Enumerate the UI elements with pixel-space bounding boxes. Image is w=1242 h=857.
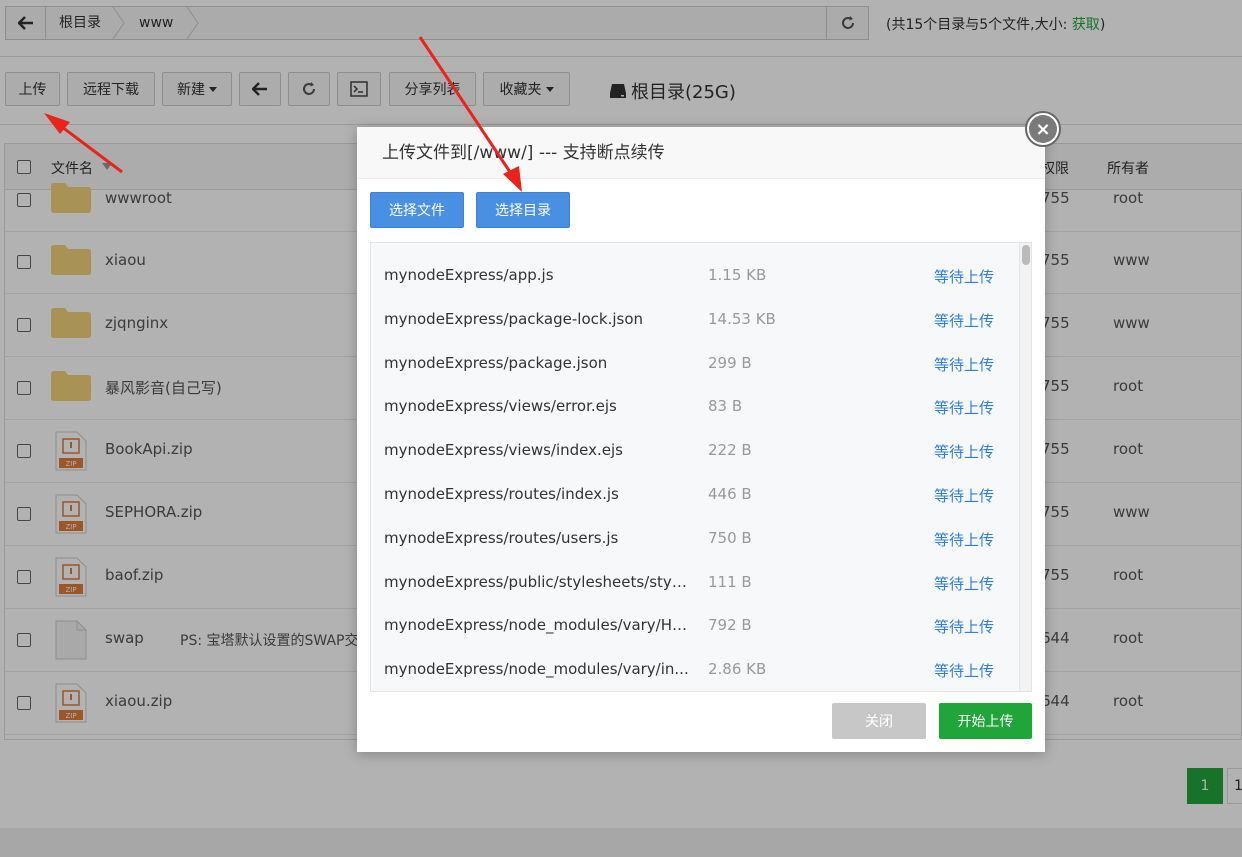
upload-file-path: mynodeExpress/public/stylesheets/style..… (384, 572, 689, 591)
upload-status: 等待上传 (934, 487, 995, 505)
upload-list-item: mynodeExpress/node_modules/vary/in... 2.8… (371, 646, 1019, 690)
upload-list-item: mynodeExpress/node_modules/vary/HI... 792… (371, 602, 1019, 646)
upload-file-size: 750 B (708, 528, 752, 547)
upload-file-path: mynodeExpress/node_modules/vary/in... (384, 660, 689, 679)
upload-status: 等待上传 (934, 662, 995, 681)
upload-file-size: 111 B (708, 572, 752, 591)
upload-status: 等待上传 (934, 268, 995, 286)
upload-status: 等待上传 (934, 399, 995, 418)
upload-file-path: mynodeExpress/package-lock.json (384, 309, 643, 328)
close-icon: × (1029, 115, 1057, 143)
upload-list-item: mynodeExpress/public/stylesheets/style..… (371, 559, 1019, 603)
upload-file-size: 83 B (708, 397, 743, 416)
dialog-title: 上传文件到[/www/] --- 支持断点续传 (357, 127, 1045, 179)
upload-file-size: 792 B (708, 616, 752, 635)
upload-list-item: mynodeExpress/app.js 1.15 KB 等待上传 (371, 252, 1019, 296)
upload-file-size: 446 B (708, 485, 752, 503)
upload-status: 等待上传 (934, 530, 995, 549)
upload-file-size: 299 B (708, 353, 752, 372)
upload-file-path: mynodeExpress/routes/index.js (384, 485, 619, 503)
select-files-button[interactable]: 选择文件 (370, 192, 464, 228)
upload-file-path: mynodeExpress/package.json (384, 353, 608, 372)
upload-list-item: mynodeExpress/views/error.ejs 83 B 等待上传 (371, 383, 1019, 427)
upload-file-size: 2.86 KB (708, 660, 767, 679)
upload-file-size: 222 B (708, 441, 752, 460)
upload-file-list[interactable]: mynodeExpress/app.js 1.15 KB 等待上传 mynodeExp… (370, 242, 1032, 692)
upload-file-size: 14.53 KB (708, 309, 776, 328)
upload-list-item: mynodeExpress/routes/users.js 750 B 等待上传 (371, 515, 1019, 559)
upload-list-item: mynodeExpress/package.json 299 B 等待上传 (371, 340, 1019, 384)
upload-file-path: mynodeExpress/views/error.ejs (384, 397, 617, 416)
scrollbar-thumb[interactable] (1022, 245, 1030, 265)
select-directory-button[interactable]: 选择目录 (476, 192, 570, 228)
upload-dialog: 上传文件到[/www/] --- 支持断点续传 选择文件 选择目录 mynode… (357, 127, 1045, 752)
upload-status: 等待上传 (934, 311, 995, 330)
upload-status: 等待上传 (934, 618, 995, 637)
start-upload-button[interactable]: 开始上传 (939, 703, 1032, 739)
upload-file-path: mynodeExpress/node_modules/vary/HI... (384, 616, 689, 635)
upload-status: 等待上传 (934, 355, 995, 374)
close-button[interactable]: 关闭 (832, 703, 926, 739)
upload-list-item: mynodeExpress/routes/index.js 446 B 等待上传 (371, 471, 1019, 515)
upload-file-path: mynodeExpress/routes/users.js (384, 528, 619, 547)
upload-status: 等待上传 (934, 574, 995, 593)
upload-file-path: mynodeExpress/app.js (384, 266, 554, 284)
upload-file-size: 1.15 KB (708, 266, 767, 284)
scrollbar[interactable] (1019, 243, 1031, 691)
upload-file-path: mynodeExpress/views/index.ejs (384, 441, 623, 460)
dialog-close-button[interactable]: × (1025, 111, 1061, 147)
upload-status: 等待上传 (934, 443, 995, 462)
upload-list-item: mynodeExpress/views/index.ejs 222 B 等待上传 (371, 427, 1019, 471)
upload-list-item: mynodeExpress/package-lock.json 14.53 KB 等… (371, 296, 1019, 340)
